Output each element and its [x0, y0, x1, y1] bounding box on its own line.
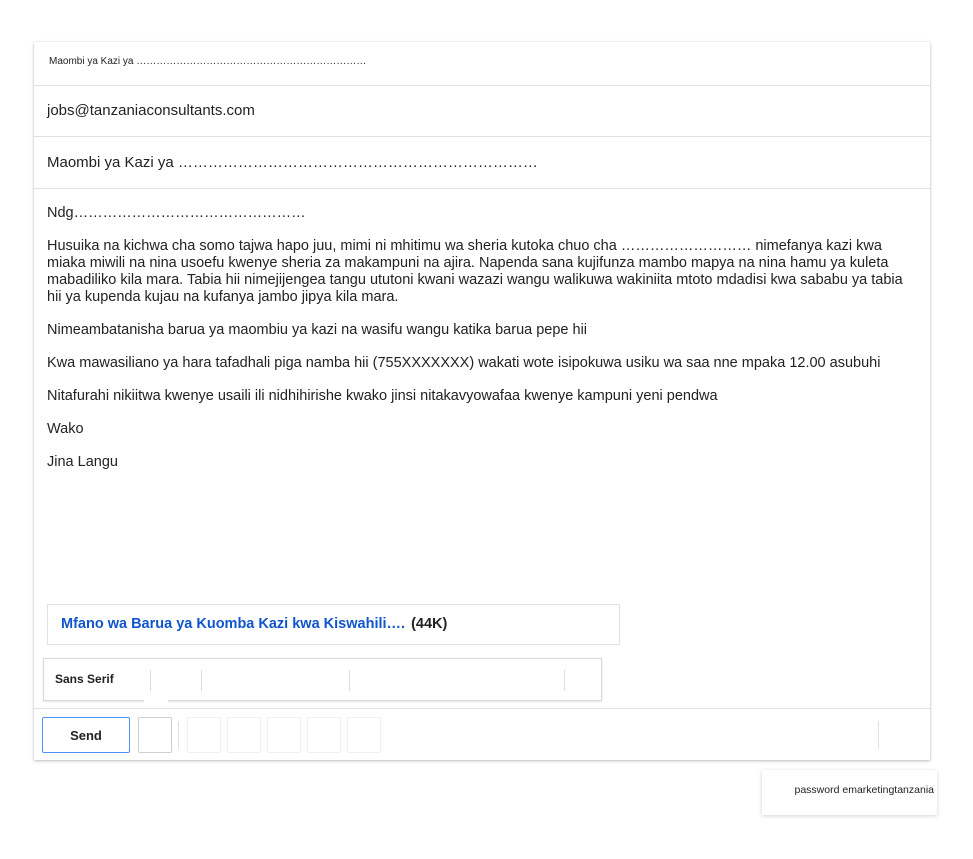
attachment-size: (44K) — [411, 616, 448, 632]
to-recipient[interactable]: jobs@tanzaniaconsultants.com — [47, 102, 255, 119]
body-paragraph-closing: Nitafurahi nikiitwa kwenye usaili ili ni… — [47, 388, 718, 404]
bottom-bar-divider — [878, 721, 879, 749]
compose-window: Maombi ya Kazi ya …………………………………………………………… — [34, 42, 930, 760]
compose-title-bar[interactable]: Maombi ya Kazi ya …………………………………………………………… — [34, 42, 930, 86]
body-signature: Jina Langu — [47, 454, 118, 470]
send-button[interactable]: Send — [42, 717, 130, 753]
to-field[interactable]: jobs@tanzaniaconsultants.com — [34, 86, 930, 137]
attachment-name[interactable]: Mfano wa Barua ya Kuomba Kazi kwa Kiswah… — [48, 616, 405, 632]
formatting-options-button[interactable] — [138, 717, 172, 753]
bottom-bar-divider — [178, 721, 179, 749]
message-body[interactable]: Ndg………………………………………… Husuika na kichwa ch… — [47, 205, 912, 487]
toolbar-divider — [201, 670, 202, 691]
body-paragraph-attachment: Nimeambatanisha barua ya maombiu ya kazi… — [47, 322, 588, 338]
compose-bottom-bar: Send — [34, 708, 930, 761]
body-paragraph-intro: Husuika na kichwa cha somo tajwa hapo ju… — [47, 238, 903, 305]
compose-title: Maombi ya Kazi ya …………………………………………………………… — [49, 56, 367, 67]
font-family-select[interactable]: Sans Serif — [55, 659, 114, 700]
formatting-toolbar: Sans Serif — [43, 658, 602, 701]
subject-text[interactable]: Maombi ya Kazi ya …………………………………………………………… — [47, 154, 538, 171]
body-greeting: Ndg………………………………………… — [47, 205, 306, 221]
insert-emoji-button[interactable] — [267, 717, 301, 753]
insert-drive-button[interactable] — [307, 717, 341, 753]
insert-photo-button[interactable] — [347, 717, 381, 753]
toolbar-divider — [150, 670, 151, 691]
body-signoff: Wako — [47, 421, 84, 437]
body-paragraph-contact: Kwa mawasiliano ya hara tafadhali piga n… — [47, 355, 881, 371]
tooltip-text: password emarketingtanzania — [794, 784, 935, 796]
toolbar-divider — [349, 670, 350, 691]
tooltip: password emarketingtanzania — [762, 770, 937, 815]
attachment-chip[interactable]: Mfano wa Barua ya Kuomba Kazi kwa Kiswah… — [47, 604, 620, 645]
attach-file-button[interactable] — [187, 717, 221, 753]
toolbar-divider — [564, 670, 565, 691]
subject-field[interactable]: Maombi ya Kazi ya …………………………………………………………… — [34, 137, 930, 189]
insert-link-button[interactable] — [227, 717, 261, 753]
